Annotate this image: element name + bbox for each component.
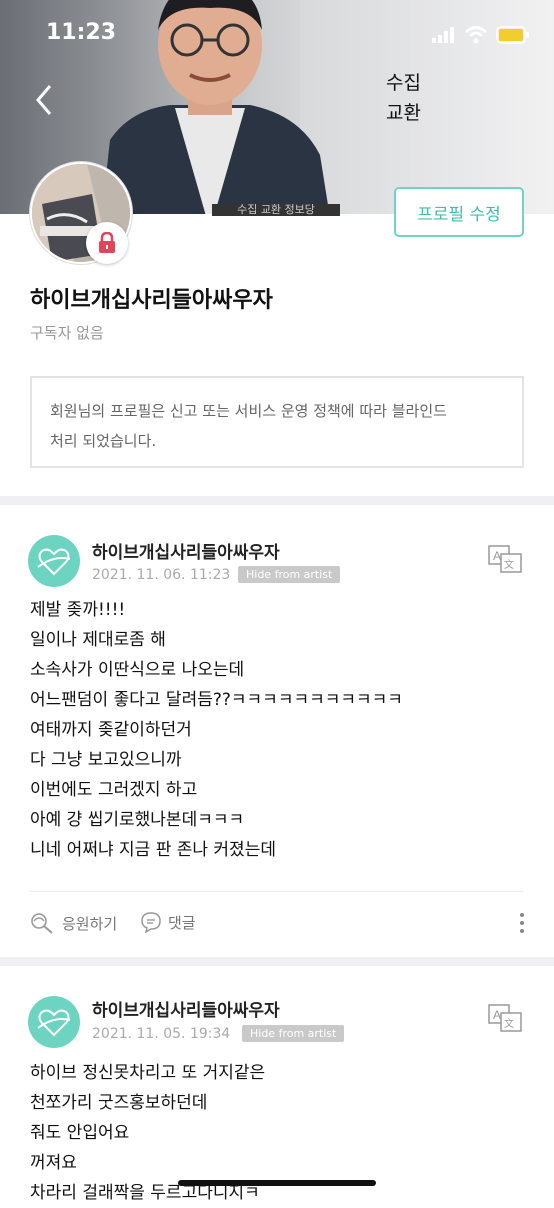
post-line: 어느팬덤이 좋다고 달려듬??ㅋㅋㅋㅋㅋㅋㅋㅋㅋㅋㅋ: [30, 690, 403, 710]
svg-text:A: A: [493, 1008, 501, 1022]
svg-text:文: 文: [504, 1017, 514, 1030]
edit-profile-button[interactable]: 프로필 수정: [394, 187, 524, 237]
section-divider: [0, 957, 554, 966]
translate-icon[interactable]: A 文: [488, 1004, 522, 1032]
battery-icon: [496, 26, 529, 44]
post-line: 이번에도 그러겠지 하고: [30, 780, 198, 800]
translate-icon[interactable]: A 文: [488, 545, 522, 573]
hide-from-artist-badge: Hide from artist: [242, 1025, 345, 1042]
notice-line: 회원님의 프로필은 신고 또는 서비스 운영 정책에 따라 블라인드: [50, 402, 447, 420]
back-arrow-icon[interactable]: [30, 82, 58, 118]
subscriber-count: 구독자 없음: [30, 324, 104, 342]
post-author[interactable]: 하이브개십사리들아싸우자: [92, 996, 280, 1021]
heart-logo-icon: [37, 1009, 71, 1037]
svg-text:文: 文: [504, 558, 514, 571]
post-line: 다 그냥 보고있으니까: [30, 750, 182, 770]
post-line: 여태까지 좆같이하던거: [30, 720, 192, 740]
comment-button[interactable]: 댓글: [140, 911, 196, 933]
post-author-avatar[interactable]: [28, 535, 80, 587]
post-card: 하이브개십사리들아싸우자 2021. 11. 06. 11:23 Hide fr…: [0, 505, 554, 960]
svg-text:A: A: [493, 549, 501, 563]
wifi-icon: [464, 26, 488, 44]
blind-notice: 회원님의 프로필은 신고 또는 서비스 운영 정책에 따라 블라인드 처리 되었…: [30, 376, 524, 468]
comment-label: 댓글: [168, 913, 196, 932]
cover-caption: 수집 교환 정보당: [212, 204, 340, 216]
signal-icon: [432, 27, 454, 43]
post-line: 하이브 정신못차리고 또 거지같은: [30, 1063, 266, 1083]
post-line: 소속사가 이딴식으로 나오는데: [30, 660, 245, 680]
heart-logo-icon: [37, 548, 71, 576]
post-line: 일이나 제대로좀 해: [30, 630, 166, 650]
post-line: 천쪼가리 굿즈홍보하던데: [30, 1093, 208, 1113]
lock-badge: [86, 222, 128, 264]
notice-line: 처리 되었습니다.: [50, 432, 157, 450]
post-date: 2021. 11. 05. 19:34: [92, 1026, 231, 1042]
lock-icon: [99, 232, 115, 253]
post-body: 제발 좆까!!!! 일이나 제대로좀 해 소속사가 이딴식으로 나오는데 어느팬…: [30, 595, 403, 865]
cover-text-2: 교환: [386, 102, 421, 124]
post-card: 하이브개십사리들아싸우자 2021. 11. 05. 19:34 Hide fr…: [0, 966, 554, 1203]
action-separator: [30, 891, 524, 892]
cheer-button[interactable]: 응원하기: [30, 911, 117, 935]
comment-icon: [141, 912, 161, 933]
post-author-avatar[interactable]: [28, 996, 80, 1048]
home-indicator[interactable]: [178, 1180, 376, 1186]
post-line: 꺼져요: [30, 1153, 77, 1173]
section-divider: [0, 496, 554, 505]
post-line: 제발 좆까!!!!: [30, 600, 126, 620]
post-author[interactable]: 하이브개십사리들아싸우자: [92, 538, 280, 563]
status-icons: [432, 26, 530, 44]
post-line: 니네 어쩌냐 지금 판 존나 커졌는데: [30, 840, 276, 860]
more-options-icon[interactable]: [519, 912, 525, 934]
cheer-label: 응원하기: [62, 914, 118, 933]
status-time: 11:23: [46, 20, 117, 45]
cover-text-1: 수집: [386, 72, 421, 94]
post-line: 줘도 안입어요: [30, 1123, 130, 1143]
post-line: 아예 걍 씹기로했나본데ㅋㅋㅋ: [30, 810, 245, 830]
post-date: 2021. 11. 06. 11:23: [92, 567, 231, 583]
hide-from-artist-badge: Hide from artist: [238, 566, 341, 583]
profile-name: 하이브개십사리들아싸우자: [30, 288, 273, 313]
cheer-icon: [31, 913, 53, 934]
